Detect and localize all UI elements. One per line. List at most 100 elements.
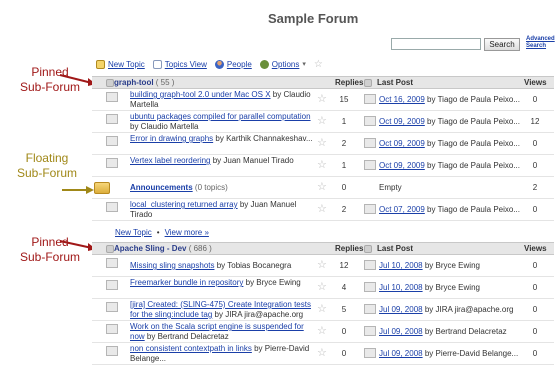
topic-row: Freemarker bundle in repository by Bryce…	[92, 277, 554, 299]
replies-header: Replies	[335, 78, 364, 87]
avatar	[364, 260, 376, 270]
last-post-date[interactable]: Jul 10, 2008	[379, 283, 423, 292]
topic-link[interactable]: building graph-tool 2.0 under Mac OS X	[130, 90, 271, 99]
view-more-link[interactable]: View more »	[165, 228, 209, 237]
topic-link[interactable]: Freemarker bundle in repository	[130, 278, 243, 287]
last-post-cell: Empty	[379, 183, 402, 193]
replies-count: 1	[341, 117, 347, 126]
star-icon[interactable]: ☆	[317, 160, 327, 171]
last-post-author: by Bertrand Delacretaz	[424, 327, 507, 336]
topic-cell: Missing sling snapshots by Tobias Bocane…	[130, 261, 320, 271]
star-icon[interactable]: ☆	[317, 282, 327, 293]
advanced-search-line2: Search	[526, 43, 547, 49]
views-count: 0	[532, 261, 538, 270]
last-post-date[interactable]: Jul 09, 2008	[379, 349, 423, 358]
star-icon[interactable]: ☆	[317, 94, 327, 105]
topic-cell: Work on the Scala script engine is suspe…	[130, 322, 320, 342]
topic-author: by Karthik Channakeshav...	[215, 134, 313, 143]
topic-cell: Freemarker bundle in repository by Bryce…	[130, 278, 320, 288]
forum-icon	[106, 78, 114, 87]
views-count: 2	[532, 183, 538, 192]
topic-link[interactable]: Missing sling snapshots	[130, 261, 214, 270]
topic-link[interactable]: local_clustering returned array	[130, 200, 238, 209]
last-post-author: Empty	[379, 183, 402, 192]
search-input[interactable]	[391, 38, 481, 50]
views-header: Views	[524, 78, 547, 87]
last-post-date[interactable]: Jul 10, 2008	[379, 261, 423, 270]
star-icon[interactable]: ☆	[317, 326, 327, 337]
new-topic-link[interactable]: New Topic	[115, 228, 152, 237]
topic-link[interactable]: ubuntu packages compiled for parallel co…	[130, 112, 311, 121]
replies-count: 0	[341, 183, 347, 192]
subforum-header: Apache Sling - Dev ( 686 ) Replies Last …	[92, 242, 554, 255]
forum-icon	[106, 244, 114, 253]
star-icon[interactable]: ☆	[317, 348, 327, 359]
new-topic-icon	[96, 59, 105, 69]
star-icon[interactable]: ☆	[317, 260, 327, 271]
last-post-date[interactable]: Jul 09, 2008	[379, 305, 423, 314]
topic-link[interactable]: Announcements	[130, 183, 193, 192]
star-icon[interactable]: ☆	[317, 204, 327, 215]
annotation-line: Floating	[25, 151, 69, 165]
topic-author: by Bertrand Delacretaz	[146, 332, 229, 341]
views-count: 0	[532, 139, 538, 148]
avatar	[106, 324, 118, 334]
annotation-line: Sub-Forum	[16, 166, 78, 180]
last-post-date[interactable]: Oct 09, 2009	[379, 117, 425, 126]
replies-count: 0	[341, 327, 347, 336]
last-post-cell: Jul 09, 2008 by Pierre-David Belange...	[379, 349, 518, 359]
avatar	[364, 160, 376, 170]
avatar	[106, 258, 118, 268]
last-post-cell: Oct 07, 2009 by Tiago de Paula Peixo...	[379, 205, 520, 215]
last-post-author: by Tiago de Paula Peixo...	[427, 95, 520, 104]
new-topic-button[interactable]: New Topic	[96, 59, 145, 69]
subforum-title[interactable]: Apache Sling - Dev ( 686 )	[114, 244, 212, 253]
topic-row: Work on the Scala script engine is suspe…	[92, 321, 554, 343]
last-post-date[interactable]: Jul 09, 2008	[379, 327, 423, 336]
advanced-search-line1: Advanced	[526, 36, 555, 42]
views-count: 0	[532, 95, 538, 104]
chevron-down-icon: ▾	[302, 61, 306, 68]
last-post-date[interactable]: Oct 09, 2009	[379, 139, 425, 148]
topic-link[interactable]: Error in drawing graphs	[130, 134, 213, 143]
last-post-author: by Bryce Ewing	[424, 283, 480, 292]
last-post-date[interactable]: Oct 09, 2009	[379, 161, 425, 170]
topic-cell: Vertex label reordering by Juan Manuel T…	[130, 156, 320, 166]
views-count: 0	[532, 205, 538, 214]
document-icon	[152, 59, 162, 69]
views-count: 0	[532, 327, 538, 336]
star-icon[interactable]: ☆	[317, 138, 327, 149]
topic-row: [jira] Created: (SLING-475) Create Integ…	[92, 299, 554, 321]
separator-dot: •	[156, 228, 160, 237]
advanced-search-link[interactable]: Advanced Search	[526, 36, 555, 50]
person-icon	[364, 78, 372, 87]
people-button[interactable]: People	[214, 59, 252, 69]
last-post-author: by Tiago de Paula Peixo...	[427, 161, 520, 170]
person-icon	[214, 59, 224, 69]
topic-cell: ubuntu packages compiled for parallel co…	[130, 112, 320, 132]
avatar	[106, 114, 118, 124]
last-post-cell: Oct 09, 2009 by Tiago de Paula Peixo...	[379, 161, 520, 171]
topic-row: Announcements (0 topics) ☆ 0 Empty 2	[92, 177, 554, 199]
subforum-name: Apache Sling - Dev	[114, 244, 187, 253]
options-button[interactable]: Options ▾	[259, 59, 306, 69]
star-icon[interactable]: ☆	[317, 304, 327, 315]
topics-view-button[interactable]: Topics View	[152, 59, 207, 69]
avatar	[106, 92, 118, 102]
star-icon[interactable]: ☆	[317, 116, 327, 127]
star-icon[interactable]: ☆	[314, 59, 323, 70]
subforum-title[interactable]: graph-tool ( 55 )	[114, 78, 174, 87]
avatar	[106, 280, 118, 290]
last-post-date[interactable]: Oct 07, 2009	[379, 205, 425, 214]
replies-count: 2	[341, 205, 347, 214]
topic-cell: building graph-tool 2.0 under Mac OS X b…	[130, 90, 320, 110]
search-button[interactable]: Search	[484, 38, 520, 51]
floating-arrow	[62, 186, 94, 194]
topic-link[interactable]: non consistent contextpath in links	[130, 344, 252, 353]
section-rows: building graph-tool 2.0 under Mac OS X b…	[92, 89, 554, 221]
avatar	[106, 346, 118, 356]
topic-link[interactable]: Vertex label reordering	[130, 156, 211, 165]
last-post-date[interactable]: Oct 16, 2009	[379, 95, 425, 104]
star-icon[interactable]: ☆	[317, 182, 327, 193]
person-icon	[364, 244, 372, 253]
